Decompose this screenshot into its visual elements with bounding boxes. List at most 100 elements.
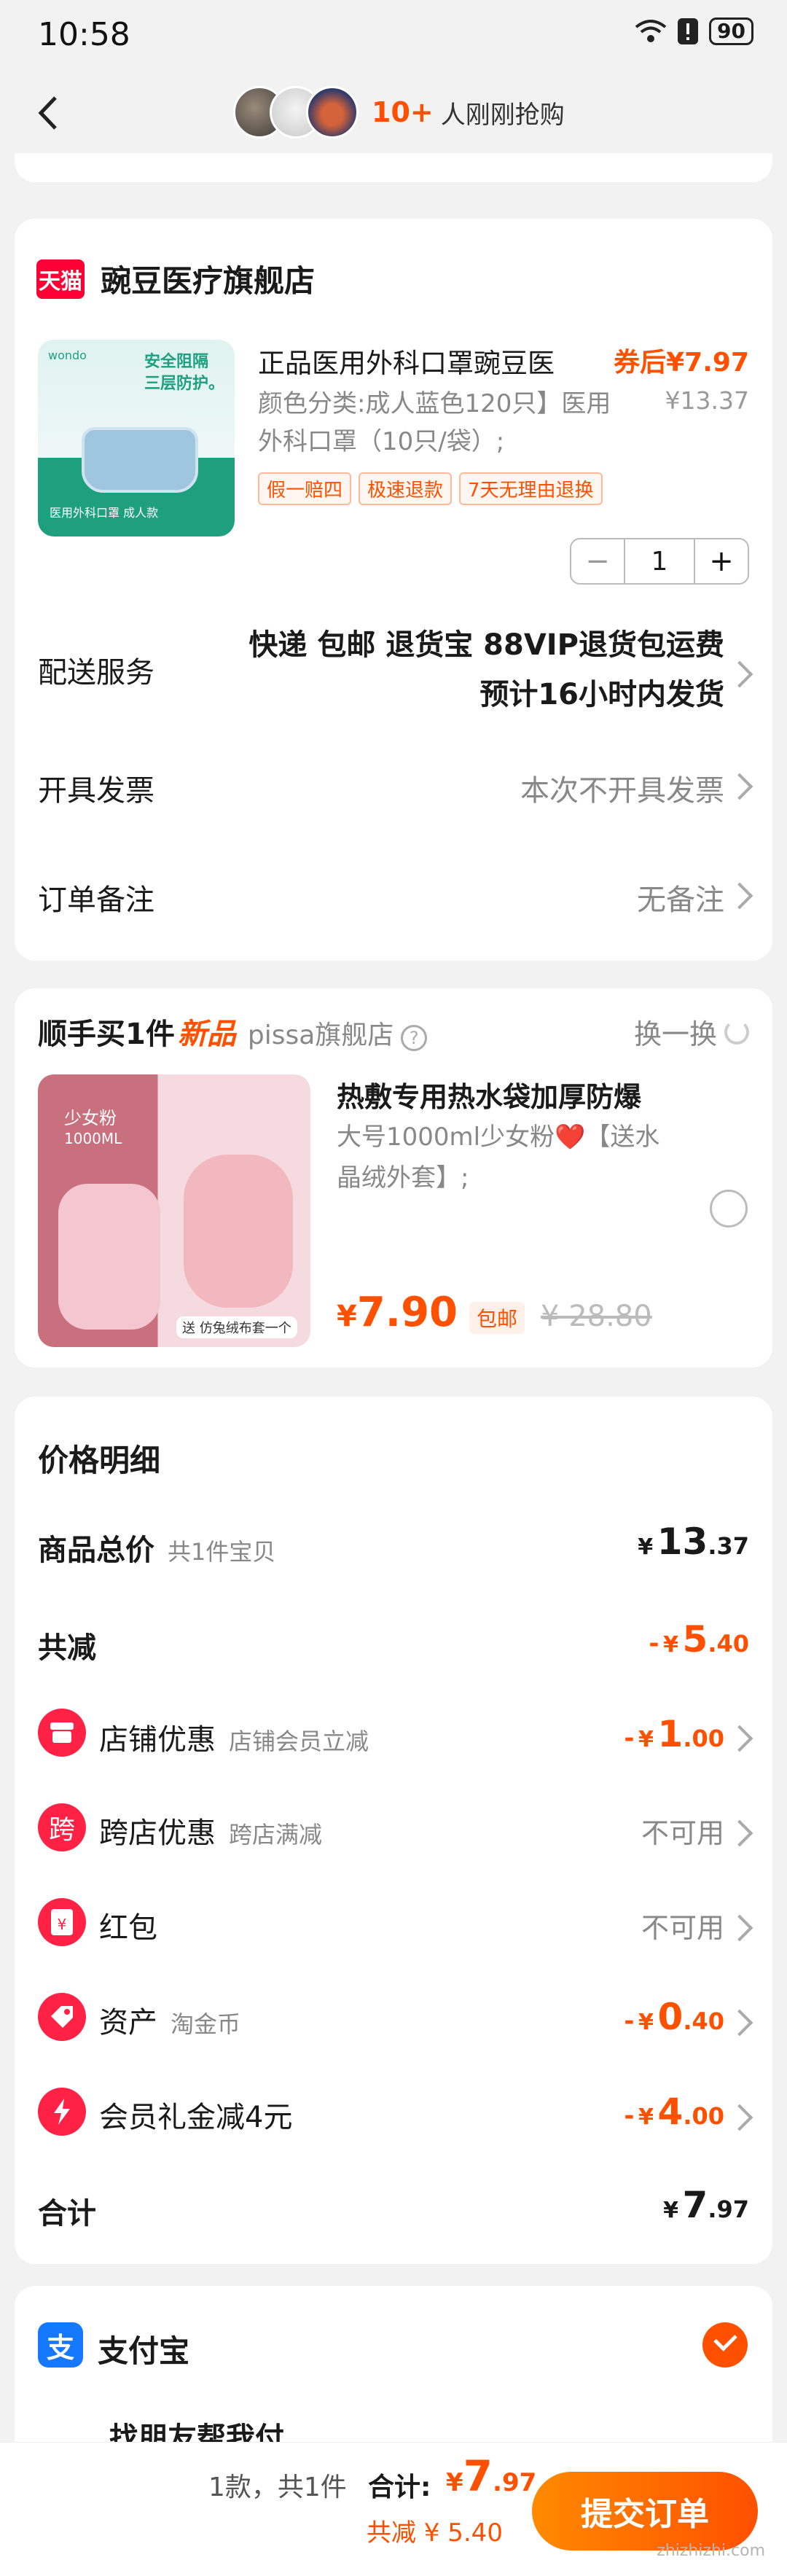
lightning-icon xyxy=(54,2099,70,2125)
previous-card-bottom xyxy=(15,153,772,182)
amount-int: 7 xyxy=(463,2451,493,2501)
total-amount: ¥7.97 xyxy=(446,2451,536,2501)
shop-promo-row[interactable]: 店铺优惠 店铺会员立减 xyxy=(99,1716,369,1758)
tag-icon xyxy=(51,2006,73,2028)
nav-bar: 10+ 人刚刚抢购 xyxy=(0,73,787,153)
addon-name[interactable]: 热敷专用热水袋加厚防爆 xyxy=(337,1074,641,1115)
quantity-decrease-button[interactable]: − xyxy=(571,539,624,583)
back-button[interactable] xyxy=(22,87,73,138)
total-label: 合计: xyxy=(368,2472,431,2502)
assets-icon xyxy=(38,1993,86,2041)
chevron-right-icon[interactable] xyxy=(726,660,753,688)
help-icon[interactable]: ? xyxy=(401,1025,428,1051)
redpack-glyph: ¥ xyxy=(58,1916,67,1933)
yen-sign: ¥ xyxy=(638,1727,654,1752)
assets-row[interactable]: 资产 淘金币 xyxy=(99,1999,240,2041)
cross-store-row[interactable]: 跨店优惠 跨店满减 xyxy=(99,1809,322,1851)
shop-promo-sub: 店铺会员立减 xyxy=(229,1728,369,1755)
addon-new-tag: 新品 xyxy=(177,1018,236,1051)
addon-price-row: ¥ 7.90 包邮 ¥ 28.80 xyxy=(337,1289,652,1336)
watermark: zhizhizhi.com xyxy=(657,2542,765,2560)
total-saved: 共减 ¥ 5.40 xyxy=(367,2518,503,2548)
shop-promo-label: 店铺优惠 xyxy=(99,1723,216,1757)
image-brand: wondo xyxy=(48,348,87,362)
addon-original-price: ¥ 28.80 xyxy=(541,1300,652,1333)
total-amount: ¥ 7.97 xyxy=(663,2184,749,2226)
member-gift-amount[interactable]: - ¥ 4.00 xyxy=(624,2091,724,2133)
swap-button[interactable]: 换一换 xyxy=(634,1012,749,1052)
cross-store-icon: 跨 xyxy=(38,1803,86,1851)
addon-desc[interactable]: 大号1000ml少女粉❤️【送水晶绒外套】; xyxy=(337,1117,679,1198)
chevron-right-icon[interactable] xyxy=(726,882,753,910)
addon-shop[interactable]: pissa旗舰店 xyxy=(248,1014,394,1052)
recent-buyers: 10+ 人刚刚抢购 xyxy=(233,86,565,138)
addon-title: 顺手买1件 xyxy=(38,1018,175,1051)
product-title[interactable]: 正品医用外科口罩豌豆医 xyxy=(258,341,608,380)
red-packet-label[interactable]: 红包 xyxy=(99,1904,157,1946)
alipay-icon: 支 xyxy=(38,2322,83,2368)
shop-promo-amount[interactable]: - ¥ 1.00 xyxy=(624,1713,724,1755)
chevron-left-icon xyxy=(38,96,57,130)
shop-promo-icon xyxy=(38,1709,86,1757)
yen-sign: ¥ xyxy=(638,2010,654,2035)
note-label[interactable]: 订单备注 xyxy=(38,876,154,918)
product-sku[interactable]: 颜色分类:成人蓝色120只】医用外科口罩（10只/袋）; xyxy=(258,385,622,461)
item-count: 1款，共1件 xyxy=(208,2472,347,2502)
addon-select-radio[interactable] xyxy=(710,1190,748,1227)
cross-store-value[interactable]: 不可用 xyxy=(641,1811,724,1851)
status-icons: 90 xyxy=(635,17,753,45)
chevron-right-icon[interactable] xyxy=(726,2104,753,2131)
shop-card: 天猫 豌豆医疗旗舰店 wondo 安全阻隔 三层防护。 医用外科口罩 成人款 正… xyxy=(15,219,772,961)
member-gift-label[interactable]: 会员礼金减4元 xyxy=(99,2093,292,2136)
image-caption: 医用外科口罩 成人款 xyxy=(50,506,159,520)
shop-header[interactable]: 天猫 豌豆医疗旗舰店 xyxy=(36,257,315,301)
chevron-right-icon[interactable] xyxy=(726,1819,753,1847)
avatar xyxy=(306,86,359,138)
chevron-right-icon[interactable] xyxy=(726,1914,753,1942)
addon-price: 7.90 xyxy=(356,1289,458,1336)
delivery-estimate[interactable]: 预计16小时内发货 xyxy=(479,671,724,713)
invoice-label[interactable]: 开具发票 xyxy=(38,767,154,809)
chevron-right-icon[interactable] xyxy=(726,2009,753,2037)
delivery-services[interactable]: 快递 包邮 退货宝 88VIP退货包运费 xyxy=(248,621,724,663)
goods-total-label: 商品总价 xyxy=(38,1534,154,1567)
assets-sub: 淘金币 xyxy=(171,2010,241,2038)
goods-total-sub: 共1件宝贝 xyxy=(168,1538,276,1566)
status-time: 10:58 xyxy=(38,16,130,53)
goods-total-amount: ¥ 13.37 xyxy=(638,1521,749,1563)
minus-sign: - xyxy=(649,1629,659,1658)
mask-illustration xyxy=(82,427,198,493)
image-tag: 安全阻隔 三层防护。 xyxy=(144,353,225,393)
alert-icon xyxy=(678,18,699,44)
addon-image[interactable]: 少女粉 1000ML 送 仿兔绒布套一个 xyxy=(38,1074,310,1347)
tmall-logo-icon: 天猫 xyxy=(36,259,85,299)
quantity-increase-button[interactable]: + xyxy=(695,539,748,583)
chevron-right-icon[interactable] xyxy=(726,1725,753,1752)
invoice-value[interactable]: 本次不开具发票 xyxy=(520,767,724,809)
amount-dec: .97 xyxy=(708,2196,749,2223)
amount-int: 13 xyxy=(657,1521,708,1563)
plush-cover-illustration xyxy=(184,1155,293,1308)
assets-label: 资产 xyxy=(99,2006,157,2040)
yen-sign: ¥ xyxy=(663,2198,678,2223)
chevron-right-icon[interactable] xyxy=(726,773,753,800)
red-packet-value[interactable]: 不可用 xyxy=(641,1905,724,1945)
cross-store-label: 跨店优惠 xyxy=(99,1816,216,1850)
note-value[interactable]: 无备注 xyxy=(637,876,724,918)
service-tag: 7天无理由退换 xyxy=(459,472,603,505)
amount-int: 0 xyxy=(657,1996,684,2038)
amount-dec: .37 xyxy=(708,1532,749,1560)
quantity-value[interactable]: 1 xyxy=(624,539,695,583)
red-packet-icon: ¥ xyxy=(38,1898,86,1946)
delivery-label[interactable]: 配送服务 xyxy=(38,649,154,691)
product-image[interactable]: wondo 安全阻隔 三层防护。 医用外科口罩 成人款 xyxy=(38,340,235,536)
assets-amount[interactable]: - ¥ 0.40 xyxy=(624,1996,724,2038)
shop-name: 豌豆医疗旗舰店 xyxy=(101,263,316,299)
battery-indicator: 90 xyxy=(709,17,753,45)
goods-total-row: 商品总价 共1件宝贝 xyxy=(38,1526,275,1569)
swap-label: 换一换 xyxy=(633,1018,717,1050)
payment-selected-check-icon[interactable] xyxy=(702,2322,748,2368)
cross-store-sub: 跨店满减 xyxy=(229,1821,323,1849)
alipay-option[interactable]: 支付宝 xyxy=(98,2327,189,2371)
submit-order-button[interactable]: 提交订单 xyxy=(532,2472,758,2550)
